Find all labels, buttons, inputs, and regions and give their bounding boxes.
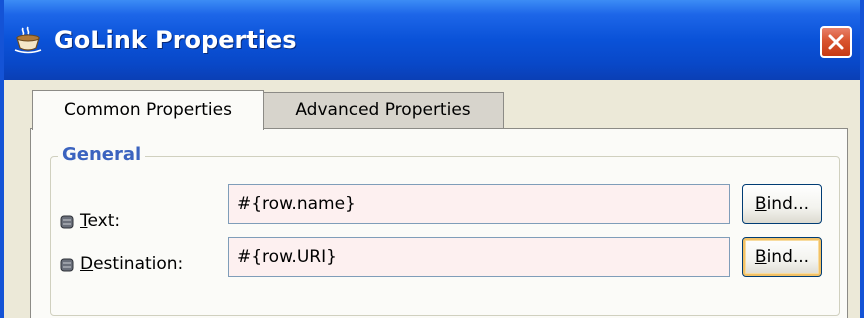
window-title: GoLink Properties: [54, 26, 297, 54]
tab-common-properties[interactable]: Common Properties: [32, 90, 264, 130]
destination-field[interactable]: #{row.URI}: [228, 237, 730, 277]
database-icon: [60, 257, 74, 272]
properties-dialog: GoLink Properties Common Properties Adva…: [0, 0, 864, 318]
text-field-value: #{row.name}: [237, 194, 356, 214]
text-field[interactable]: #{row.name}: [228, 184, 730, 224]
tab-label: Common Properties: [64, 100, 232, 120]
destination-field-value: #{row.URI}: [237, 247, 337, 267]
tab-advanced-properties[interactable]: Advanced Properties: [262, 92, 504, 128]
destination-label: Destination:: [80, 254, 184, 274]
coffee-cup-icon: [12, 24, 44, 56]
title-bar[interactable]: GoLink Properties: [4, 0, 860, 80]
tab-label: Advanced Properties: [295, 100, 471, 120]
general-group-box: [50, 156, 840, 316]
close-icon: [828, 34, 844, 50]
destination-bind-button[interactable]: Bind...: [742, 237, 822, 277]
text-label: Text:: [80, 211, 121, 231]
close-button[interactable]: [820, 26, 852, 58]
database-icon: [60, 214, 74, 229]
text-bind-button[interactable]: Bind...: [742, 184, 822, 224]
group-title: General: [58, 142, 146, 168]
dialog-body: Common Properties Advanced Properties Ge…: [4, 80, 860, 318]
